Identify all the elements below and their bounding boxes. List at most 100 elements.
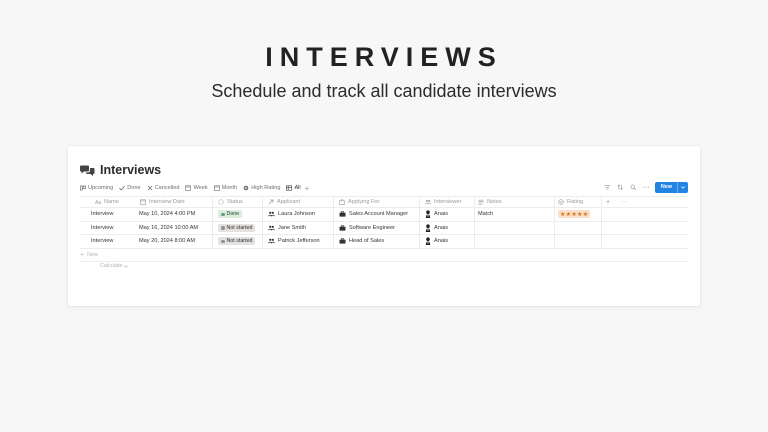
briefcase-icon [339,199,345,205]
more-icon[interactable] [642,183,650,191]
column-header-date[interactable]: Interview Date [136,197,213,207]
tab-high-rating[interactable]: High Rating [243,181,280,195]
column-header-applicant[interactable]: Applicant [263,197,334,207]
row-applying-for: Sales Account Manager [349,211,409,218]
column-header-rating[interactable]: Rating [555,197,602,207]
svg-text:Aa: Aa [95,200,101,205]
add-row-button[interactable]: + New [80,249,688,262]
row-status-cell[interactable]: Not started [213,221,263,234]
column-header-applying-for[interactable]: Applying For [334,197,420,207]
chat-bubbles-icon [80,165,95,176]
row-applicant-cell[interactable]: Laura Johnson [263,208,334,221]
table-icon [286,185,293,191]
column-label: Notes [487,199,502,205]
tab-week[interactable]: Week [185,181,208,195]
row-name[interactable]: Interview [80,222,136,235]
new-button[interactable]: New [654,181,688,193]
empty-cell [602,235,622,248]
table-header-row: Aa Name Interview Date Status Applicant … [80,196,688,208]
row-applying-for: Head of Sales [349,238,385,245]
briefcase-icon [339,211,346,217]
column-header-notes[interactable]: Notes [475,197,555,207]
empty-cell [622,222,642,235]
column-label: Interview Date [149,199,185,205]
row-applicant-cell[interactable]: Jane Smith [263,221,334,234]
more-icon[interactable]: ··· [622,197,642,207]
tab-done[interactable]: Done [119,181,141,195]
row-status-cell[interactable]: Not started [213,235,263,248]
people-icon [425,200,431,205]
board-icon [80,185,86,191]
row-applying-for-cell[interactable]: Software Engineer [334,221,420,234]
tab-upcoming[interactable]: Upcoming [80,181,113,195]
new-button-label: New [660,184,672,190]
status-text: Not started [226,238,253,245]
row-applying-for-cell[interactable]: Sales Account Manager [334,208,420,221]
row-rating-cell[interactable] [555,235,602,248]
tab-month[interactable]: Month [213,181,238,195]
row-rating-cell[interactable] [555,221,602,234]
empty-cell [602,222,622,235]
row-applying-for-cell[interactable]: Head of Sales [334,235,420,248]
calendar-icon [140,199,146,205]
table-row[interactable]: Interview May 20, 2024 8:00 AM Not start… [80,235,688,249]
sort-icon[interactable] [616,183,624,191]
column-label: Rating [567,199,584,205]
row-interviewer-cell[interactable]: Anais [420,235,475,248]
add-property-button[interactable]: + [602,197,622,207]
table-row[interactable]: Interview May 10, 2024 4:00 PM Done Laur… [80,208,688,222]
tab-label: Month [221,185,238,191]
table-row[interactable]: Interview May 16, 2024 10:00 AM Not star… [80,221,688,235]
row-status-cell[interactable]: Done [213,208,263,221]
column-label: Name [104,199,119,205]
row-interviewer-cell[interactable]: Anais [420,208,475,221]
briefcase-icon [339,225,346,231]
row-notes[interactable] [475,221,555,234]
row-date[interactable]: May 20, 2024 8:00 AM [136,235,213,248]
chevron-down-icon [124,264,129,268]
calculate-button[interactable]: Calculate [100,263,129,269]
search-icon[interactable] [629,183,637,191]
row-date[interactable]: May 10, 2024 4:00 PM [136,208,213,221]
row-rating-cell[interactable]: ★★★★★ [555,208,602,221]
chevron-down-icon[interactable] [677,181,688,193]
relation-arrow-icon [268,199,274,205]
view-tabs: Upcoming Done Cancelled Week Month High … [80,181,688,197]
column-label: Applying For [348,199,380,205]
database-title[interactable]: Interviews [100,163,161,177]
column-header-interviewer[interactable]: Interviewer [420,197,475,207]
calendar-icon [213,185,220,191]
tab-label: Done [127,185,141,191]
people-icon [268,211,275,217]
add-row-label: New [87,252,98,258]
lines-icon [478,199,484,205]
filter-icon[interactable] [603,183,611,191]
row-name[interactable]: Interview [80,235,136,248]
database-title-row: Interviews [80,161,161,179]
column-header-name[interactable]: Aa Name [80,197,136,207]
row-date[interactable]: May 16, 2024 10:00 AM [136,221,213,234]
text-icon: Aa [95,200,101,205]
tab-label: Cancelled [154,185,180,191]
status-dot [221,226,225,230]
row-interviewer-cell[interactable]: Anais [420,221,475,234]
tab-all[interactable]: All [286,181,301,197]
database-table: Aa Name Interview Date Status Applicant … [80,196,688,249]
tab-cancelled[interactable]: Cancelled [147,181,180,195]
status-icon [218,199,224,205]
row-interviewer: Anais [434,238,448,245]
add-view-button[interactable]: + [305,181,310,195]
tab-label: Week [193,185,208,191]
row-applicant-cell[interactable]: Patrick Jefferson [263,235,334,248]
row-interviewer: Anais [434,224,448,231]
row-name[interactable]: Interview [80,208,136,221]
row-applicant: Laura Johnson [278,211,316,218]
row-notes[interactable]: Match [475,208,555,221]
check-icon [119,185,125,191]
row-notes[interactable] [475,235,555,248]
status-dot [221,212,225,216]
status-badge: Not started [218,237,256,246]
calculate-label: Calculate [100,263,123,269]
avatar-icon [425,224,431,232]
column-header-status[interactable]: Status [213,197,263,207]
